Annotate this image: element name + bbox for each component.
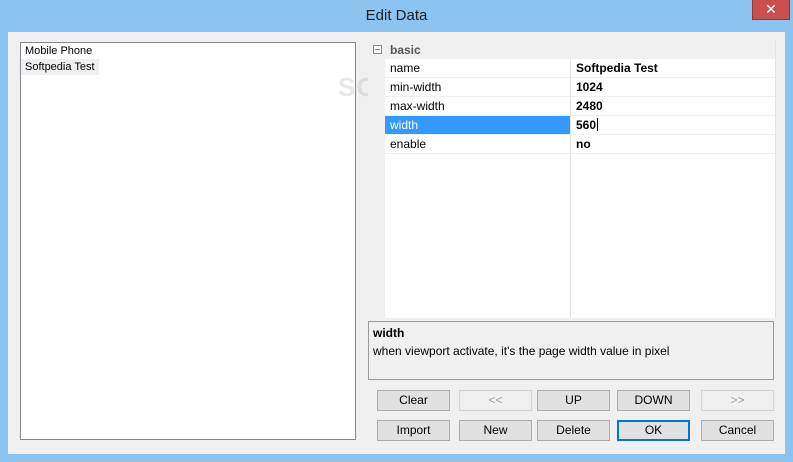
- property-name: width: [390, 118, 419, 132]
- up-button[interactable]: UP: [537, 390, 610, 411]
- grid-margin: [368, 59, 385, 318]
- collapse-icon[interactable]: −: [373, 45, 382, 54]
- property-value-editor[interactable]: 560: [576, 118, 599, 132]
- list-item[interactable]: Mobile Phone: [21, 43, 355, 59]
- description-panel: width when viewport activate, it's the p…: [368, 321, 774, 380]
- clear-button[interactable]: Clear: [377, 390, 450, 411]
- window-title: Edit Data: [365, 7, 428, 24]
- down-button[interactable]: DOWN: [617, 390, 690, 411]
- move-right-button[interactable]: >>: [701, 390, 774, 411]
- cancel-button[interactable]: Cancel: [701, 420, 774, 441]
- property-value[interactable]: no: [576, 137, 591, 151]
- description-text: when viewport activate, it's the page wi…: [373, 344, 670, 358]
- text-caret: [597, 118, 599, 131]
- property-grid[interactable]: − basic name Softpedia Test min-width 10…: [368, 40, 776, 318]
- import-button[interactable]: Import: [377, 420, 450, 441]
- dialog-client-area: Mobile Phone Softpedia Test SOFTPEDIA − …: [8, 32, 785, 454]
- property-name: enable: [390, 137, 427, 151]
- property-value[interactable]: Softpedia Test: [576, 61, 658, 75]
- new-button[interactable]: New: [459, 420, 532, 441]
- move-left-button[interactable]: <<: [459, 390, 532, 411]
- close-icon: ✕: [765, 2, 777, 18]
- property-value[interactable]: 1024: [576, 80, 603, 94]
- category-row-basic[interactable]: − basic: [368, 40, 775, 59]
- item-list[interactable]: Mobile Phone Softpedia Test: [20, 42, 356, 440]
- property-row-max-width[interactable]: max-width 2480: [385, 97, 775, 116]
- property-row-name[interactable]: name Softpedia Test: [385, 59, 775, 78]
- title-bar[interactable]: Edit Data ✕: [0, 0, 793, 32]
- property-value[interactable]: 2480: [576, 99, 603, 113]
- list-item-selected[interactable]: Softpedia Test: [21, 59, 99, 75]
- property-name: min-width: [390, 80, 442, 94]
- close-button[interactable]: ✕: [752, 0, 790, 20]
- category-label: basic: [390, 43, 421, 57]
- delete-button[interactable]: Delete: [537, 420, 610, 441]
- property-row-enable[interactable]: enable no: [385, 135, 775, 154]
- description-title: width: [373, 326, 405, 340]
- ok-button[interactable]: OK: [617, 420, 690, 441]
- property-name: name: [390, 61, 421, 75]
- edit-data-window: Edit Data ✕ Mobile Phone Softpedia Test …: [0, 0, 793, 462]
- property-row-width[interactable]: width 560: [385, 116, 775, 135]
- property-row-min-width[interactable]: min-width 1024: [385, 78, 775, 97]
- property-name: max-width: [390, 99, 445, 113]
